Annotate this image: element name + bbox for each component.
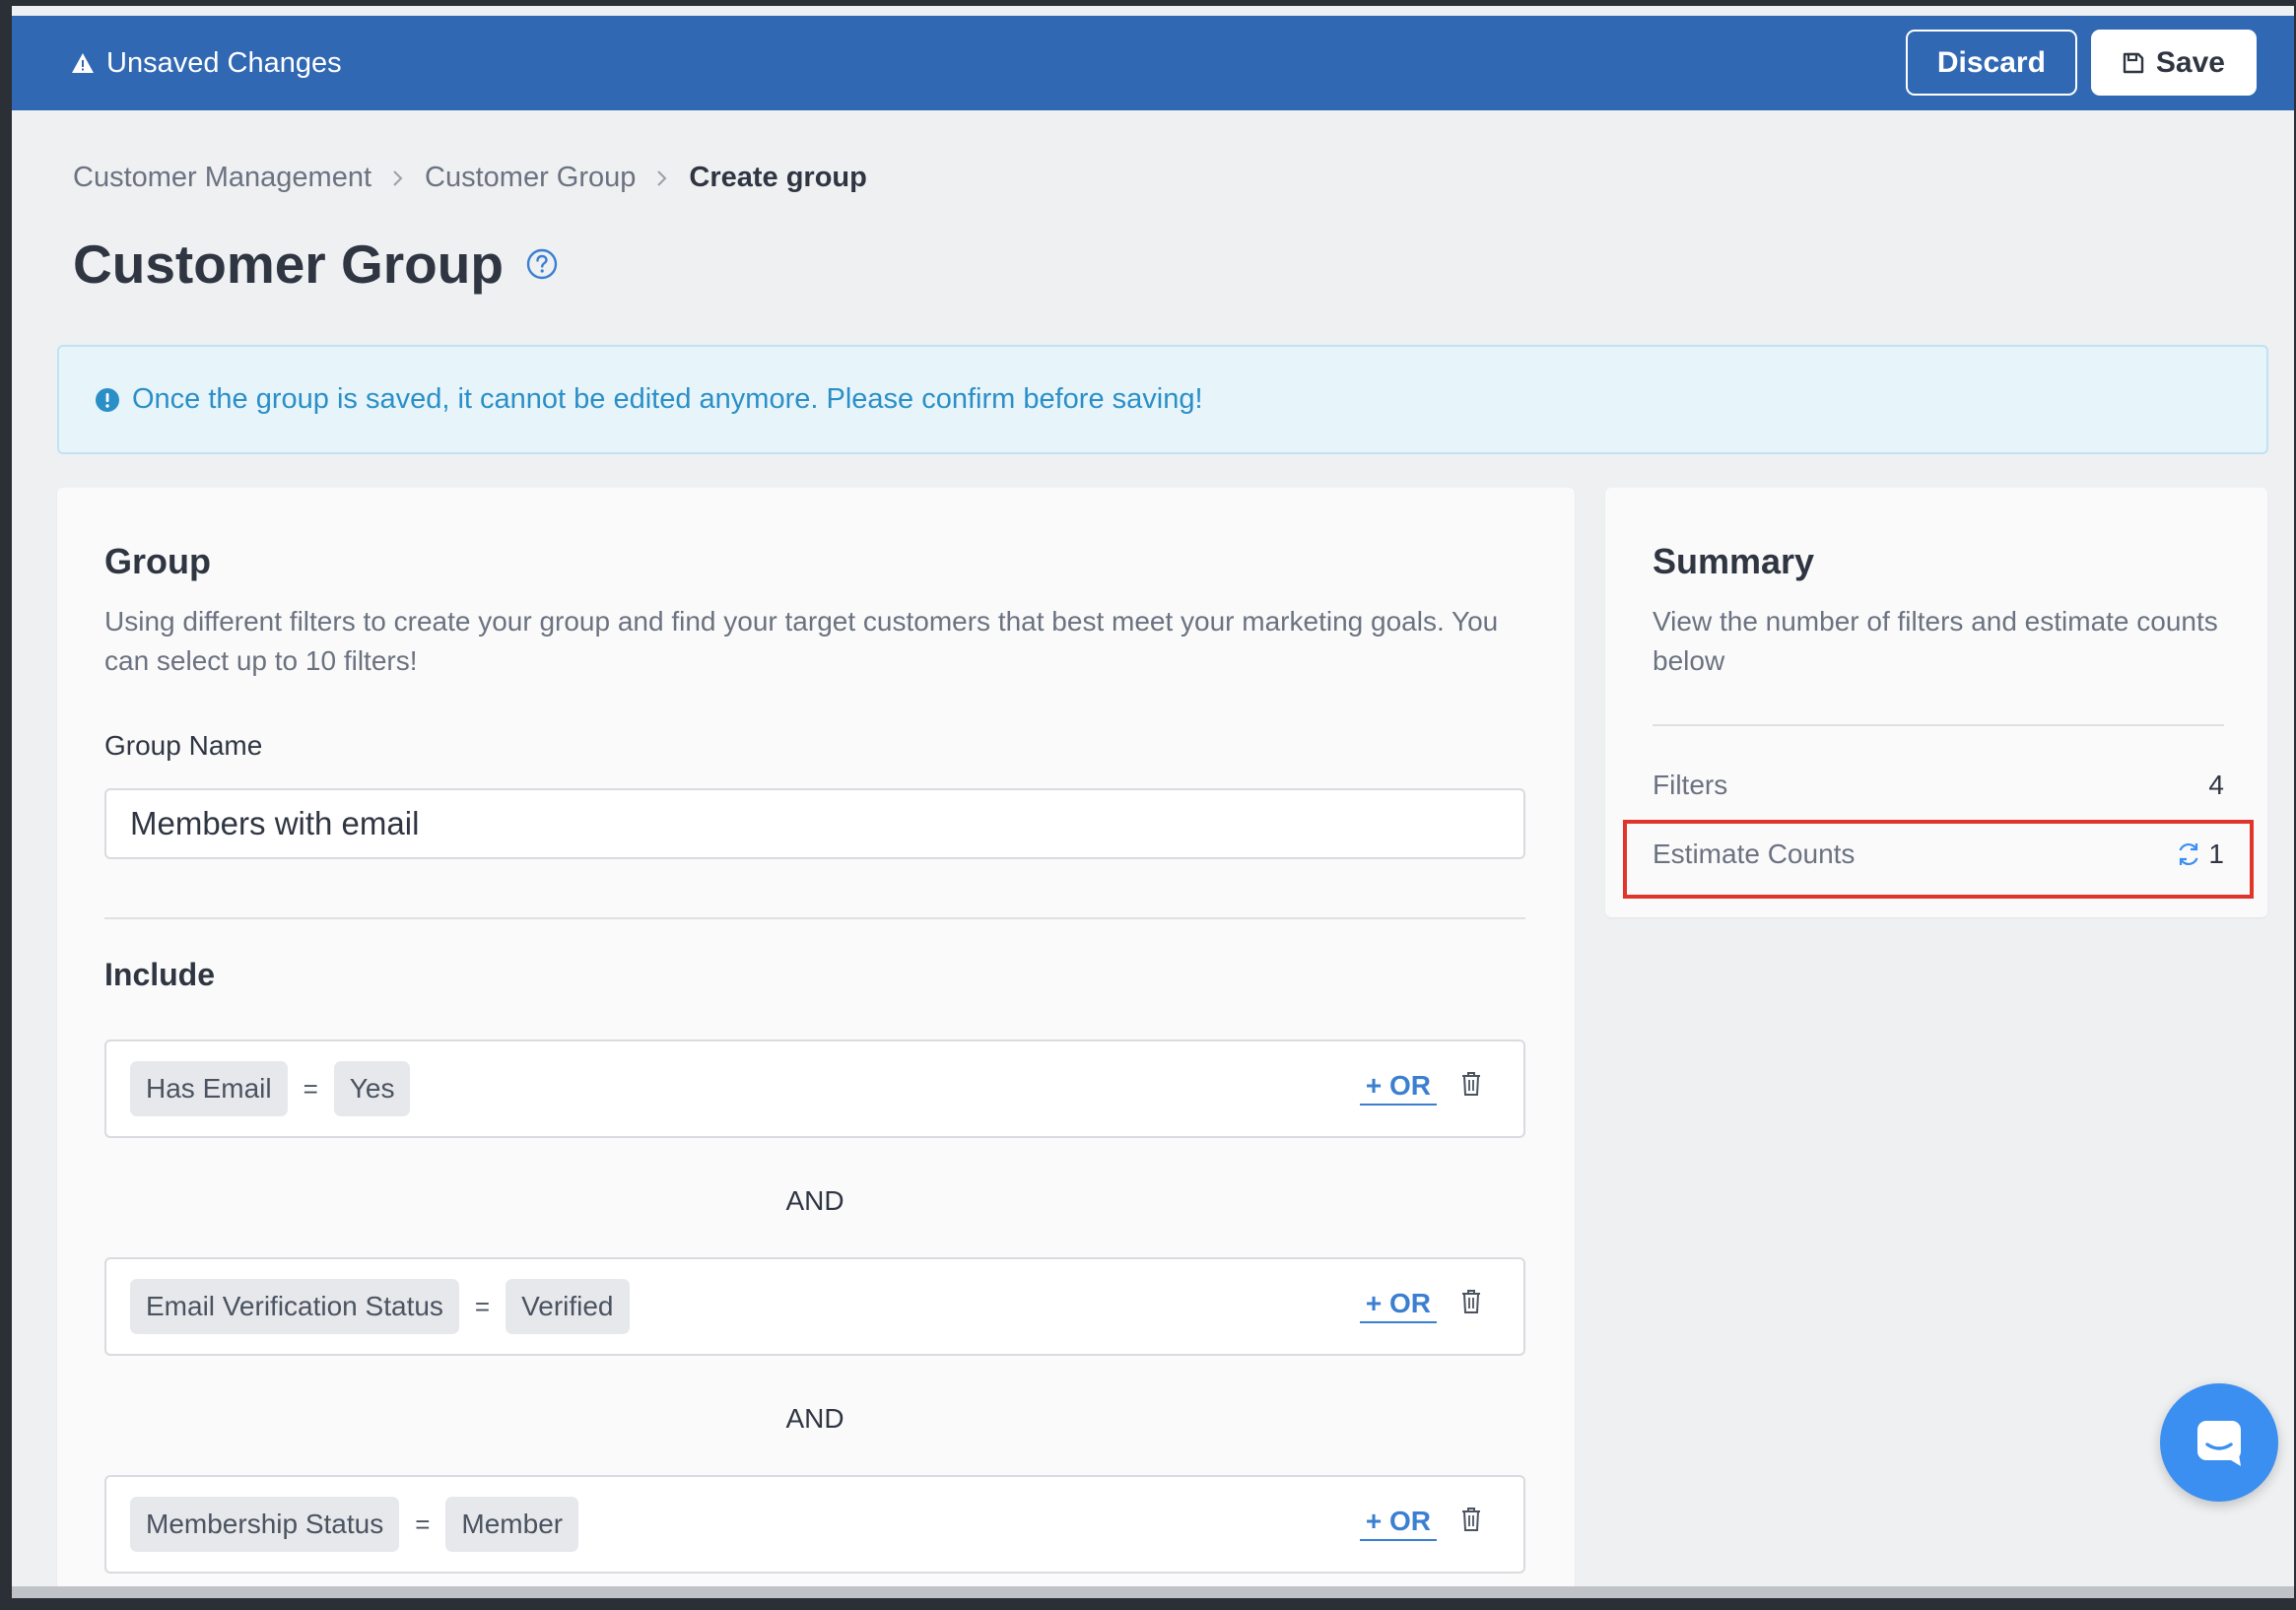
filters-count-row: Filters 4 (1653, 770, 2224, 801)
question-circle-icon[interactable] (525, 247, 559, 281)
trash-icon[interactable] (1460, 1507, 1482, 1532)
filters-count-label: Filters (1653, 770, 1728, 800)
filter-rule: Has Email = Yes + OR (104, 1040, 1525, 1138)
chevron-right-icon (391, 168, 405, 188)
summary-card-description: View the number of filters and estimate … (1653, 606, 2218, 676)
add-or-button[interactable]: + OR (1359, 1069, 1437, 1106)
divider (104, 917, 1525, 919)
group-name-label: Group Name (104, 730, 263, 761)
filter-rule: Membership Status = Member + OR (104, 1475, 1525, 1574)
filter-operator: = (474, 1291, 491, 1321)
filter-value-chip[interactable]: Member (445, 1497, 579, 1552)
breadcrumb: Customer Management Customer Group Creat… (73, 162, 867, 194)
unsaved-changes-bar: Unsaved Changes Discard Save (12, 16, 2294, 110)
include-section-title: Include (104, 957, 216, 992)
summary-card-title: Summary (1653, 541, 1815, 581)
chevron-right-icon (655, 168, 669, 188)
add-or-button[interactable]: + OR (1359, 1287, 1437, 1323)
page-title: Customer Group (73, 234, 504, 295)
filter-value-chip[interactable]: Verified (506, 1279, 630, 1334)
summary-card: Summary View the number of filters and e… (1605, 488, 2267, 917)
exclamation-circle-icon (95, 387, 120, 413)
chat-icon (2192, 1415, 2247, 1470)
save-button[interactable]: Save (2090, 30, 2257, 96)
divider (1653, 724, 2224, 726)
discard-button[interactable]: Discard (1905, 30, 2077, 96)
filter-value-chip[interactable]: Yes (333, 1061, 411, 1116)
group-name-input[interactable] (104, 788, 1525, 859)
group-card: Group Using different filters to create … (57, 488, 1575, 1598)
filters-count-value: 4 (2208, 770, 2224, 800)
group-card-title: Group (104, 541, 211, 581)
breadcrumb-item-current: Create group (689, 162, 867, 193)
save-button-label: Save (2155, 45, 2225, 79)
filter-field-chip[interactable]: Email Verification Status (130, 1279, 459, 1334)
info-banner-text: Once the group is saved, it cannot be ed… (132, 383, 1203, 415)
unsaved-status: Unsaved Changes (71, 47, 342, 80)
and-separator: AND (785, 1185, 844, 1216)
breadcrumb-item-customer-group[interactable]: Customer Group (425, 162, 636, 194)
app-window: Unsaved Changes Discard Save Customer Ma… (12, 6, 2294, 1598)
trash-icon[interactable] (1460, 1289, 1482, 1314)
highlight-annotation (1623, 820, 2254, 899)
trash-icon[interactable] (1460, 1071, 1482, 1097)
add-or-button[interactable]: + OR (1359, 1505, 1437, 1541)
filter-field-chip[interactable]: Membership Status (130, 1497, 400, 1552)
filter-field-chip[interactable]: Has Email (130, 1061, 288, 1116)
and-separator: AND (785, 1403, 844, 1434)
breadcrumb-item-customer-management[interactable]: Customer Management (73, 162, 371, 194)
unsaved-status-text: Unsaved Changes (106, 46, 342, 79)
floppy-disk-icon (2123, 52, 2144, 74)
warning-icon (71, 52, 95, 74)
group-card-description: Using different filters to create your g… (104, 606, 1499, 676)
top-actions: Discard Save (1905, 30, 2257, 96)
chat-launcher-button[interactable] (2160, 1383, 2278, 1502)
info-banner: Once the group is saved, it cannot be ed… (57, 345, 2268, 454)
page-title-row: Customer Group (73, 233, 559, 296)
filter-operator: = (415, 1509, 431, 1539)
filter-rule: Email Verification Status = Verified + O… (104, 1257, 1525, 1356)
filter-operator: = (303, 1073, 318, 1104)
bottom-scrollbar-track (12, 1586, 2294, 1598)
